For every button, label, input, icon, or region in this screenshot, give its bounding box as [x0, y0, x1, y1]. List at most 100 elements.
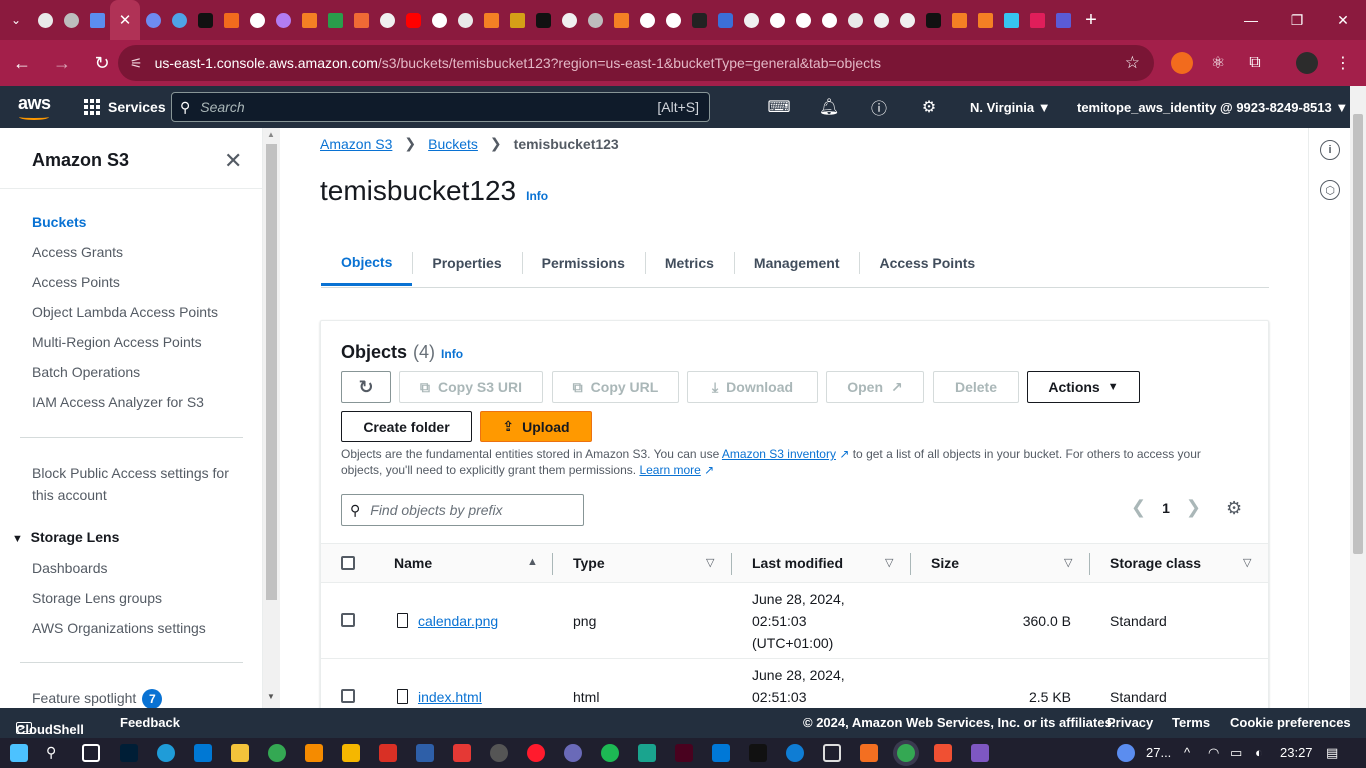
browser-tab[interactable] — [84, 0, 110, 40]
photoshop-icon[interactable] — [120, 744, 138, 762]
sort-ascending-icon[interactable]: ▲ — [527, 556, 538, 568]
column-last-modified[interactable]: Last modified — [752, 555, 843, 571]
sidebar-item-multi-region[interactable]: Multi-Region Access Points — [32, 334, 202, 350]
browser-menu-icon[interactable]: ⋮ — [1328, 48, 1358, 78]
edge-icon[interactable] — [157, 744, 175, 762]
feedback-link[interactable]: Feedback — [120, 715, 180, 730]
tab-objects[interactable]: Objects — [321, 240, 413, 286]
browser-tab[interactable] — [140, 0, 166, 40]
browser-tab[interactable] — [1024, 0, 1050, 40]
browser-tab[interactable] — [920, 0, 946, 40]
browser-tab[interactable] — [296, 0, 322, 40]
create-folder-button[interactable]: Create folder — [341, 411, 472, 442]
tab-permissions[interactable]: Permissions — [521, 240, 645, 286]
tab-access-points[interactable]: Access Points — [859, 240, 995, 286]
browser-tab[interactable] — [582, 0, 608, 40]
column-size[interactable]: Size — [931, 555, 959, 571]
tab-metrics[interactable]: Metrics — [644, 240, 734, 286]
cloudshell-icon[interactable]: ⌨ — [764, 86, 794, 128]
browser-tab[interactable] — [478, 0, 504, 40]
breadcrumb-buckets[interactable]: Buckets — [428, 136, 478, 152]
browser-tab[interactable] — [660, 0, 686, 40]
browser-tab[interactable] — [452, 0, 478, 40]
sidebar-item-object-lambda[interactable]: Object Lambda Access Points — [32, 304, 218, 320]
react-devtools-icon[interactable]: ⚛ — [1203, 48, 1233, 78]
search-icon[interactable]: ⚲ — [46, 744, 64, 762]
info-link[interactable]: Info — [526, 189, 548, 203]
browser-tab[interactable] — [374, 0, 400, 40]
browser-tab[interactable] — [556, 0, 582, 40]
sidebar-item-block-public-access[interactable]: Block Public Access settings for — [32, 465, 229, 481]
acrobat-icon[interactable] — [379, 744, 397, 762]
vlc-icon[interactable] — [305, 744, 323, 762]
app-icon[interactable] — [453, 744, 471, 762]
vscode-icon[interactable] — [712, 744, 730, 762]
column-type[interactable]: Type — [573, 555, 605, 571]
info-icon[interactable]: i — [1320, 140, 1340, 160]
table-row[interactable]: calendar.png png June 28, 2024, 02:51:03… — [321, 583, 1268, 659]
sort-icon[interactable]: ▽ — [885, 556, 893, 569]
app-icon[interactable] — [564, 744, 582, 762]
r-icon[interactable] — [416, 744, 434, 762]
new-tab-button[interactable]: + — [1076, 9, 1106, 32]
upload-button[interactable]: ⇪ Upload — [480, 411, 592, 442]
minimize-icon[interactable]: — — [1228, 0, 1274, 40]
browser-tab[interactable] — [1050, 0, 1076, 40]
site-info-icon[interactable]: ⚟ — [130, 55, 143, 72]
windows-start-icon[interactable] — [10, 744, 28, 762]
refresh-button[interactable]: ↻ — [341, 371, 391, 403]
browser-tab[interactable] — [764, 0, 790, 40]
browser-tab[interactable] — [842, 0, 868, 40]
row-checkbox[interactable] — [341, 613, 355, 627]
clock[interactable]: 23:27 — [1280, 745, 1313, 760]
tab-properties[interactable]: Properties — [412, 240, 521, 286]
notifications-icon[interactable]: ▤ — [1326, 745, 1338, 761]
forward-icon[interactable]: → — [44, 45, 80, 81]
region-selector[interactable]: N. Virginia ▼ — [970, 86, 1051, 128]
sidebar-item-organizations-settings[interactable]: AWS Organizations settings — [32, 620, 206, 636]
media-player-icon[interactable] — [490, 744, 508, 762]
help-icon[interactable]: ⓘ — [864, 86, 894, 128]
window-close-icon[interactable]: ✕ — [1320, 0, 1366, 40]
objects-info-link[interactable]: Info — [441, 347, 463, 361]
browser-tab[interactable] — [426, 0, 452, 40]
browser-tab[interactable] — [998, 0, 1024, 40]
git-icon[interactable] — [934, 744, 952, 762]
browser-tab[interactable] — [686, 0, 712, 40]
s3-inventory-link[interactable]: Amazon S3 inventory — [722, 447, 836, 461]
browser-tab[interactable] — [894, 0, 920, 40]
table-settings-icon[interactable]: ⚙ — [1226, 498, 1242, 519]
spotify-icon[interactable] — [601, 744, 619, 762]
aws-search-input[interactable]: ⚲ Search [Alt+S] — [171, 92, 710, 122]
sidebar-item-feature-spotlight[interactable]: Feature spotlight 7 — [32, 689, 163, 708]
settings-gear-icon[interactable]: ⚙ — [914, 86, 944, 128]
battery-icon[interactable]: ▭ — [1230, 745, 1242, 761]
row-checkbox[interactable] — [341, 689, 355, 703]
page-number[interactable]: 1 — [1162, 500, 1170, 516]
task-view-icon[interactable] — [82, 744, 100, 762]
sidebar-item-block-public-access-line2[interactable]: this account — [32, 487, 107, 503]
terminal-icon[interactable] — [749, 744, 767, 762]
account-menu[interactable]: temitope_aws_identity @ 9923-8249-8513 ▼ — [1077, 86, 1348, 128]
back-icon[interactable]: ← — [4, 45, 40, 81]
cookie-preferences-link[interactable]: Cookie preferences — [1230, 715, 1351, 730]
bookmark-star-icon[interactable]: ☆ — [1125, 53, 1140, 73]
address-bar[interactable]: ⚟ us-east-1.console.aws.amazon.com/s3/bu… — [118, 45, 1154, 81]
profile-avatar[interactable] — [1292, 48, 1322, 78]
browser-tab[interactable] — [868, 0, 894, 40]
browser-tab[interactable] — [348, 0, 374, 40]
find-objects-input[interactable]: ⚲ Find objects by prefix — [341, 494, 584, 526]
browser-tab[interactable] — [166, 0, 192, 40]
browser-tab[interactable] — [218, 0, 244, 40]
app-icon[interactable] — [860, 744, 878, 762]
extension-icon[interactable] — [1167, 48, 1197, 78]
browser-tab[interactable] — [244, 0, 270, 40]
chevron-left-icon[interactable]: ❮ — [1131, 497, 1146, 518]
browser-tab[interactable] — [634, 0, 660, 40]
onedrive-icon[interactable] — [786, 744, 804, 762]
weather-text[interactable]: 27... — [1146, 745, 1171, 760]
object-name-link[interactable]: index.html — [418, 686, 482, 708]
sort-icon[interactable]: ▽ — [1064, 556, 1072, 569]
store-icon[interactable] — [342, 744, 360, 762]
volume-icon[interactable]: ◐ — [1255, 745, 1263, 760]
